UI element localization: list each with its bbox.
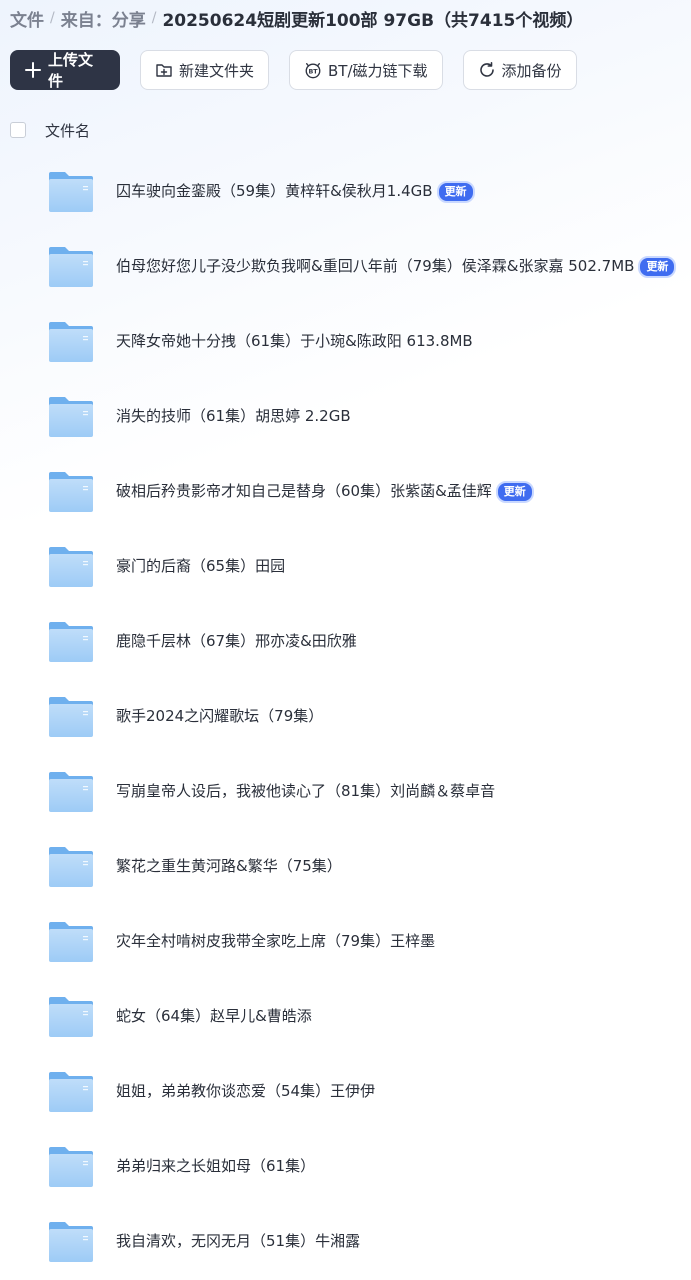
folder-icon <box>47 845 95 889</box>
folder-icon <box>47 1145 95 1189</box>
folder-icon <box>47 1220 95 1264</box>
file-name[interactable]: 鹿隐千层林（67集）邢亦凌&田欣雅 <box>116 630 357 651</box>
folder-icon <box>47 620 95 664</box>
file-name[interactable]: 破相后矜贵影帝才知自己是替身（60集）张紫菡&孟佳辉 更新 <box>116 480 534 503</box>
file-name[interactable]: 弟弟归来之长姐如母（61集） <box>116 1155 315 1176</box>
file-row[interactable]: 我自清欢，无冈无月（51集）牛湘露 <box>0 1205 691 1280</box>
update-badge: 更新 <box>436 181 475 203</box>
file-name-label: 蛇女（64集）赵早儿&曹皓添 <box>116 1007 312 1025</box>
svg-text:BT: BT <box>308 69 318 76</box>
add-backup-button[interactable]: 添加备份 <box>462 50 577 90</box>
folder-plus-icon <box>155 61 173 79</box>
folder-icon <box>47 395 95 439</box>
file-row[interactable]: 囚车驶向金銮殿（59集）黄梓轩&侯秋月1.4GB 更新 <box>0 155 691 230</box>
file-row[interactable]: 灾年全村啃树皮我带全家吃上席（79集）王梓墨 <box>0 905 691 980</box>
file-name-label: 囚车驶向金銮殿（59集）黄梓轩&侯秋月1.4GB <box>116 182 433 200</box>
file-name-label: 豪门的后裔（65集）田园 <box>116 557 286 575</box>
new-folder-button-label: 新建文件夹 <box>179 61 255 80</box>
add-backup-button-label: 添加备份 <box>501 61 562 80</box>
bt-icon: BT <box>304 61 322 79</box>
breadcrumb-source[interactable]: 来自：分享 <box>61 6 146 31</box>
file-row[interactable]: 鹿隐千层林（67集）邢亦凌&田欣雅 <box>0 605 691 680</box>
file-name[interactable]: 豪门的后裔（65集）田园 <box>116 555 285 576</box>
file-list: 囚车驶向金銮殿（59集）黄梓轩&侯秋月1.4GB 更新 伯母您好您儿子没少欺负我啊&… <box>0 155 691 1280</box>
file-name-label: 天降女帝她十分拽（61集）于小琬&陈政阳 613.8MB <box>116 332 473 350</box>
file-row[interactable]: 歌手2024之闪耀歌坛（79集） <box>0 680 691 755</box>
breadcrumb-root[interactable]: 文件 <box>10 6 44 31</box>
list-header: 文件名 <box>10 118 90 142</box>
file-row[interactable]: 姐姐，弟弟教你谈恋爱（54集）王伊伊 <box>0 1055 691 1130</box>
file-name-label: 鹿隐千层林（67集）邢亦凌&田欣雅 <box>116 632 357 650</box>
file-row[interactable]: 写崩皇帝人设后，我被他读心了（81集）刘尚麟＆蔡卓音 <box>0 755 691 830</box>
file-name[interactable]: 伯母您好您儿子没少欺负我啊&重回八年前（79集）侯泽霖&张家嘉 502.7MB 更… <box>116 255 677 278</box>
file-row[interactable]: 伯母您好您儿子没少欺负我啊&重回八年前（79集）侯泽霖&张家嘉 502.7MB 更… <box>0 230 691 305</box>
folder-icon <box>47 545 95 589</box>
file-name-label: 破相后矜贵影帝才知自己是替身（60集）张紫菡&孟佳辉 <box>116 482 492 500</box>
file-name-label: 姐姐，弟弟教你谈恋爱（54集）王伊伊 <box>116 1082 376 1100</box>
file-name-label: 我自清欢，无冈无月（51集）牛湘露 <box>116 1232 361 1250</box>
bt-download-button-label: BT/磁力链下载 <box>328 61 428 80</box>
file-name[interactable]: 姐姐，弟弟教你谈恋爱（54集）王伊伊 <box>116 1080 375 1101</box>
file-name[interactable]: 消失的技师（61集）胡思婷 2.2GB <box>116 405 351 426</box>
file-name[interactable]: 写崩皇帝人设后，我被他读心了（81集）刘尚麟＆蔡卓音 <box>116 780 495 801</box>
file-name[interactable]: 我自清欢，无冈无月（51集）牛湘露 <box>116 1230 360 1251</box>
file-name-label: 伯母您好您儿子没少欺负我啊&重回八年前（79集）侯泽霖&张家嘉 502.7MB <box>116 257 635 275</box>
sync-icon <box>478 61 496 79</box>
file-name[interactable]: 繁花之重生黄河路&繁华（75集） <box>116 855 342 876</box>
file-row[interactable]: 繁花之重生黄河路&繁华（75集） <box>0 830 691 905</box>
file-name-label: 弟弟归来之长姐如母（61集） <box>116 1157 316 1175</box>
breadcrumb-current: 20250624短剧更新100部 97GB（共7415个视频） <box>162 10 584 31</box>
file-row[interactable]: 弟弟归来之长姐如母（61集） <box>0 1130 691 1205</box>
breadcrumb-separator: / <box>50 10 55 26</box>
file-name[interactable]: 歌手2024之闪耀歌坛（79集） <box>116 705 323 726</box>
folder-icon <box>47 695 95 739</box>
select-all-checkbox[interactable] <box>10 122 26 138</box>
file-name[interactable]: 天降女帝她十分拽（61集）于小琬&陈政阳 613.8MB <box>116 330 473 351</box>
folder-icon <box>47 470 95 514</box>
folder-icon <box>47 245 95 289</box>
file-row[interactable]: 消失的技师（61集）胡思婷 2.2GB <box>0 380 691 455</box>
upload-button[interactable]: 上传文件 <box>10 50 120 90</box>
file-row[interactable]: 豪门的后裔（65集）田园 <box>0 530 691 605</box>
file-name[interactable]: 囚车驶向金銮殿（59集）黄梓轩&侯秋月1.4GB 更新 <box>116 180 475 203</box>
toolbar: 上传文件 新建文件夹 BT BT/磁力链下载 添加备份 <box>10 50 577 90</box>
folder-icon <box>47 770 95 814</box>
file-name-label: 繁花之重生黄河路&繁华（75集） <box>116 857 342 875</box>
folder-icon <box>47 170 95 214</box>
folder-icon <box>47 920 95 964</box>
breadcrumb: 文件 / 来自：分享 / 20250624短剧更新100部 97GB（共7415… <box>10 6 584 31</box>
update-badge: 更新 <box>495 481 534 503</box>
file-name-label: 灾年全村啃树皮我带全家吃上席（79集）王梓墨 <box>116 932 436 950</box>
file-row[interactable]: 天降女帝她十分拽（61集）于小琬&陈政阳 613.8MB <box>0 305 691 380</box>
file-name-label: 写崩皇帝人设后，我被他读心了（81集）刘尚麟＆蔡卓音 <box>116 782 496 800</box>
new-folder-button[interactable]: 新建文件夹 <box>140 50 270 90</box>
column-header-name[interactable]: 文件名 <box>45 120 90 141</box>
update-badge: 更新 <box>638 256 677 278</box>
file-name-label: 歌手2024之闪耀歌坛（79集） <box>116 707 324 725</box>
upload-button-label: 上传文件 <box>48 51 94 90</box>
folder-icon <box>47 1070 95 1114</box>
file-name[interactable]: 蛇女（64集）赵早儿&曹皓添 <box>116 1005 312 1026</box>
plus-icon <box>24 61 42 79</box>
bt-download-button[interactable]: BT BT/磁力链下载 <box>289 50 443 90</box>
breadcrumb-separator: / <box>151 10 157 26</box>
file-name-label: 消失的技师（61集）胡思婷 2.2GB <box>116 407 351 425</box>
file-name[interactable]: 灾年全村啃树皮我带全家吃上席（79集）王梓墨 <box>116 930 435 951</box>
file-row[interactable]: 破相后矜贵影帝才知自己是替身（60集）张紫菡&孟佳辉 更新 <box>0 455 691 530</box>
folder-icon <box>47 995 95 1039</box>
folder-icon <box>47 320 95 364</box>
file-row[interactable]: 蛇女（64集）赵早儿&曹皓添 <box>0 980 691 1055</box>
